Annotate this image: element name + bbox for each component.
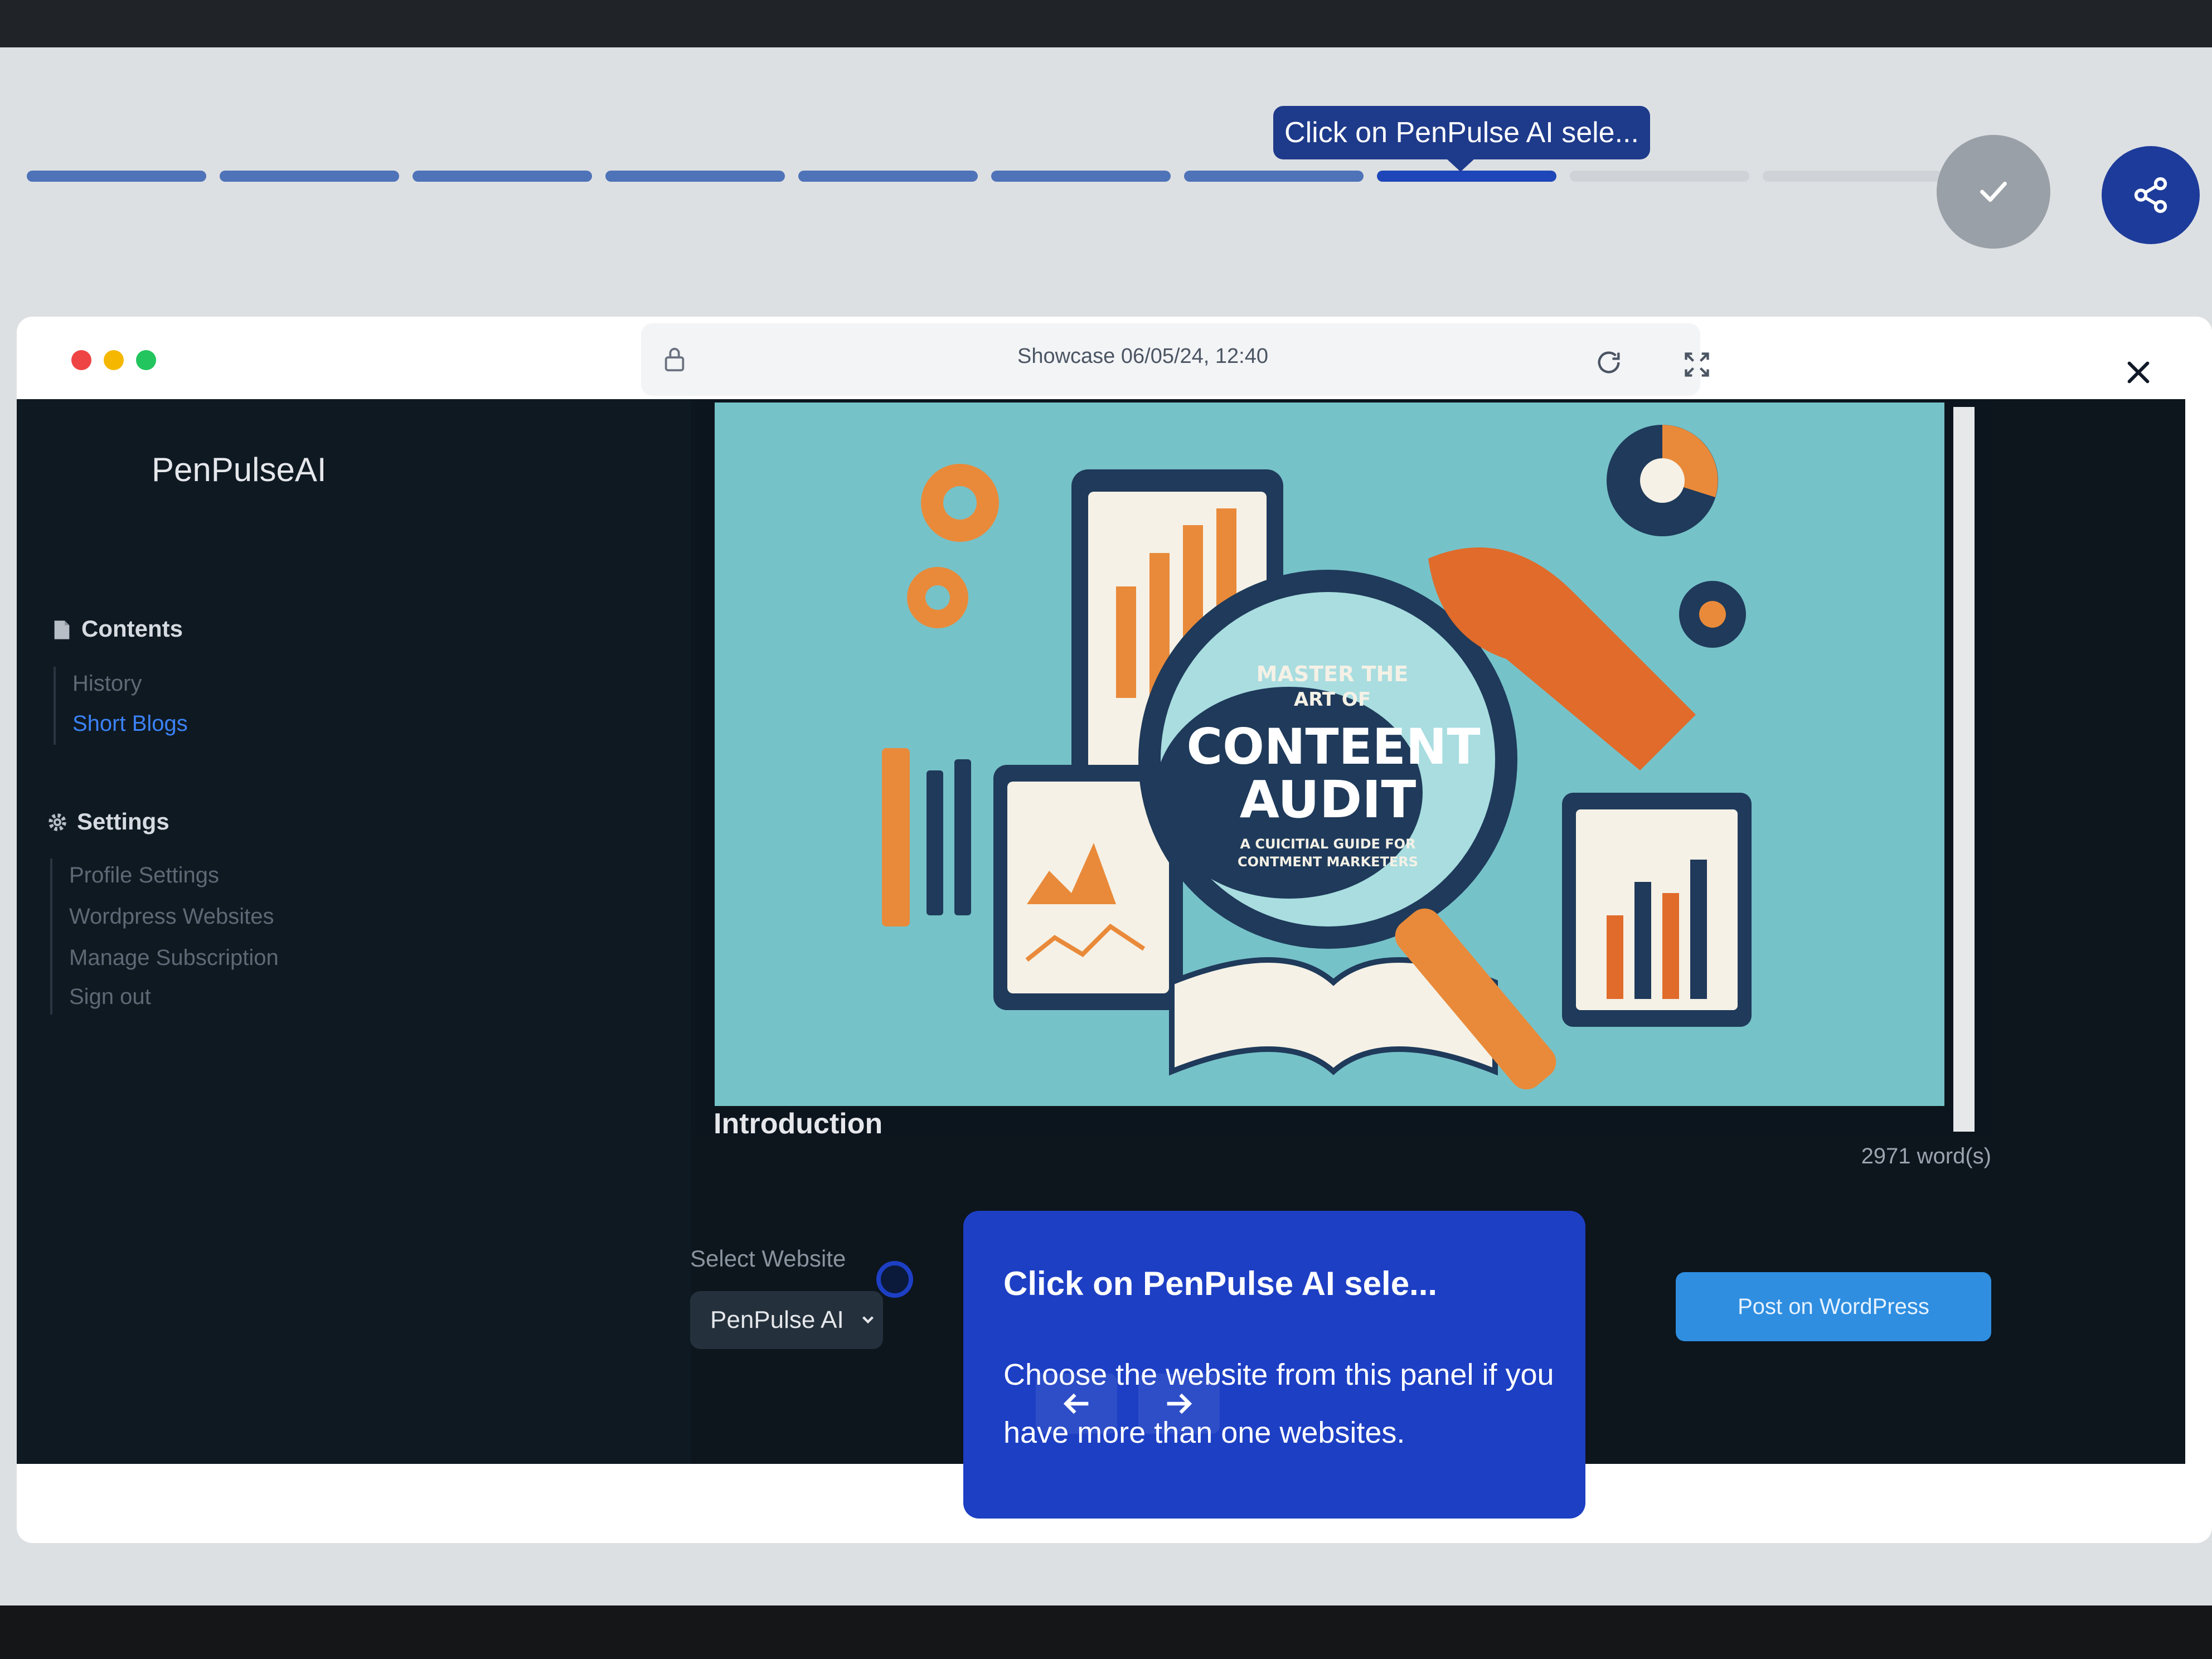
check-icon bbox=[1980, 181, 2007, 202]
lock-icon bbox=[664, 347, 685, 372]
sidebar-item-short-blogs[interactable]: Short Blogs bbox=[72, 711, 188, 736]
word-count: 2971 word(s) bbox=[1861, 1144, 1991, 1168]
document-icon bbox=[54, 620, 70, 639]
reload-icon[interactable] bbox=[1594, 348, 1623, 377]
close-icon[interactable] bbox=[2123, 357, 2154, 388]
sidebar-item-history[interactable]: History bbox=[72, 671, 142, 696]
preview-scrollbar[interactable] bbox=[1953, 407, 1975, 1132]
section-heading: Introduction bbox=[714, 1108, 883, 1140]
gear-icon bbox=[48, 813, 66, 831]
chevron-down-icon bbox=[862, 1316, 874, 1324]
monitor-bezel-bottom bbox=[0, 1605, 2212, 1659]
content-audit-illustration: MASTER THE ART OF CONTEENT AUDIT A CUICI… bbox=[715, 402, 1944, 1106]
hero-heading-line1: MASTER THE bbox=[1257, 662, 1409, 686]
select-website-label: Select Website bbox=[690, 1245, 846, 1272]
sidebar-item-manage-subscription[interactable]: Manage Subscription bbox=[69, 945, 279, 971]
sidebar-item-sign-out[interactable]: Sign out bbox=[69, 984, 151, 1010]
contents-section-title: Contents bbox=[81, 615, 183, 642]
tour-card-title: Click on PenPulse AI sele... bbox=[1003, 1265, 1438, 1302]
brand-logo[interactable]: PenPulseAI bbox=[152, 450, 327, 489]
complete-tour-button[interactable] bbox=[1937, 135, 2050, 249]
contents-divider bbox=[54, 667, 56, 745]
progress-segment bbox=[1763, 171, 1942, 182]
progress-segment bbox=[220, 171, 399, 182]
progress-segment bbox=[1184, 171, 1364, 182]
progress-segment bbox=[413, 171, 592, 182]
tour-step-tooltip: Click on PenPulse AI sele... bbox=[1273, 106, 1650, 172]
hero-subtitle-line2: CONTMENT MARKETERS bbox=[1238, 854, 1418, 870]
tour-beacon[interactable] bbox=[876, 1261, 913, 1298]
progress-segment bbox=[605, 171, 785, 182]
hero-title-line1: CONTEENT bbox=[1187, 718, 1481, 775]
website-select-value: PenPulse AI bbox=[710, 1306, 844, 1333]
progress-segment bbox=[1570, 171, 1749, 182]
tour-card: Click on PenPulse AI sele... Choose the … bbox=[963, 1211, 1585, 1519]
sidebar bbox=[17, 399, 691, 1464]
hero-title-line2: AUDIT bbox=[1240, 770, 1417, 830]
address-text: Showcase 06/05/24, 12:40 bbox=[1017, 345, 1268, 368]
tour-card-body: Choose the website from this panel if yo… bbox=[1003, 1358, 1554, 1449]
progress-segment bbox=[1377, 171, 1556, 182]
sidebar-item-profile-settings[interactable]: Profile Settings bbox=[69, 863, 219, 888]
window-maximize-dot[interactable] bbox=[136, 350, 156, 370]
hero-subtitle-line1: A CUICITIAL GUIDE FOR bbox=[1240, 836, 1415, 852]
settings-divider bbox=[50, 858, 52, 1015]
window-close-dot[interactable] bbox=[71, 350, 91, 370]
share-button[interactable] bbox=[2102, 146, 2200, 244]
window-minimize-dot[interactable] bbox=[104, 350, 124, 370]
progress-segment bbox=[991, 171, 1171, 182]
hero-image: MASTER THE ART OF CONTEENT AUDIT A CUICI… bbox=[715, 402, 1944, 1106]
share-icon bbox=[2134, 177, 2167, 214]
settings-section-title: Settings bbox=[77, 808, 169, 835]
fullscreen-icon[interactable] bbox=[1682, 350, 1711, 379]
hero-heading-line2: ART OF bbox=[1294, 688, 1371, 711]
post-on-wordpress-button[interactable]: Post on WordPress bbox=[1676, 1272, 1991, 1341]
progress-segment bbox=[798, 171, 978, 182]
website-select[interactable]: PenPulse AI bbox=[690, 1291, 883, 1349]
progress-segment bbox=[27, 171, 206, 182]
tour-progress-bar bbox=[27, 171, 1942, 183]
sidebar-item-wordpress-websites[interactable]: Wordpress Websites bbox=[69, 904, 274, 929]
